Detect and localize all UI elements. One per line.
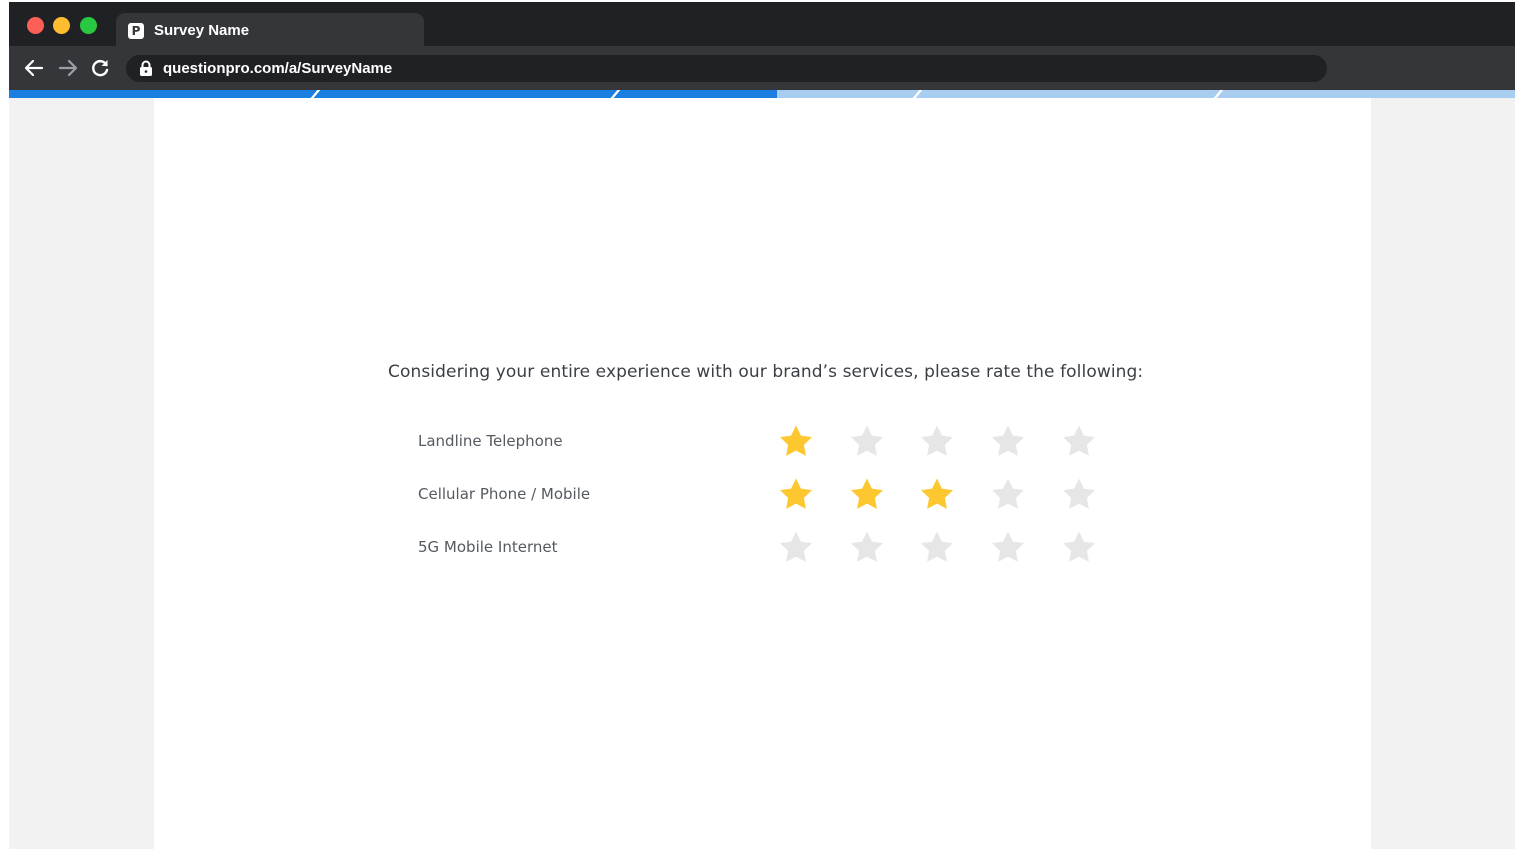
star-icon[interactable] <box>1061 476 1097 512</box>
questionpro-icon: P <box>128 23 144 39</box>
star-icon[interactable] <box>778 476 814 512</box>
rating-row: 5G Mobile Internet <box>418 527 1138 567</box>
rating-row: Cellular Phone / Mobile <box>418 474 1138 514</box>
star-icon[interactable] <box>778 529 814 565</box>
star-icon[interactable] <box>1061 423 1097 459</box>
tab-survey[interactable]: P Survey Name <box>116 13 424 46</box>
reload-icon[interactable] <box>88 56 112 80</box>
tab-strip: P Survey Name <box>9 2 1515 46</box>
question-text: Considering your entire experience with … <box>388 362 1144 382</box>
rating-row: Landline Telephone <box>418 421 1138 461</box>
lock-icon <box>138 60 154 77</box>
survey-progress-bar <box>9 90 1515 98</box>
rating-row-label: 5G Mobile Internet <box>418 538 558 556</box>
star-icon[interactable] <box>990 476 1026 512</box>
star-icon[interactable] <box>919 476 955 512</box>
close-window-button[interactable] <box>27 17 44 34</box>
star-icon[interactable] <box>990 529 1026 565</box>
star-icon[interactable] <box>778 423 814 459</box>
forward-arrow-icon[interactable] <box>56 56 80 80</box>
star-icon[interactable] <box>919 423 955 459</box>
progress-segment-divider <box>912 90 923 98</box>
minimize-window-button[interactable] <box>53 17 70 34</box>
rating-row-label: Landline Telephone <box>418 432 563 450</box>
star-icon[interactable] <box>849 476 885 512</box>
address-bar[interactable]: questionpro.com/a/SurveyName <box>126 55 1327 82</box>
tab-title: Survey Name <box>154 22 250 39</box>
rating-row-label: Cellular Phone / Mobile <box>418 485 591 503</box>
browser-toolbar: questionpro.com/a/SurveyName <box>9 46 1515 90</box>
star-icon[interactable] <box>849 423 885 459</box>
back-arrow-icon[interactable] <box>22 56 46 80</box>
maximize-window-button[interactable] <box>80 17 97 34</box>
survey-page: Considering your entire experience with … <box>154 98 1371 849</box>
url-text: questionpro.com/a/SurveyName <box>163 60 393 77</box>
star-icon[interactable] <box>1061 529 1097 565</box>
star-icon[interactable] <box>849 529 885 565</box>
star-icon[interactable] <box>990 423 1026 459</box>
progress-segment-divider <box>1213 90 1224 98</box>
progress-fill <box>9 90 778 98</box>
browser-window: P Survey Name questionpro.com/a/SurveyNa… <box>9 2 1515 849</box>
star-icon[interactable] <box>919 529 955 565</box>
